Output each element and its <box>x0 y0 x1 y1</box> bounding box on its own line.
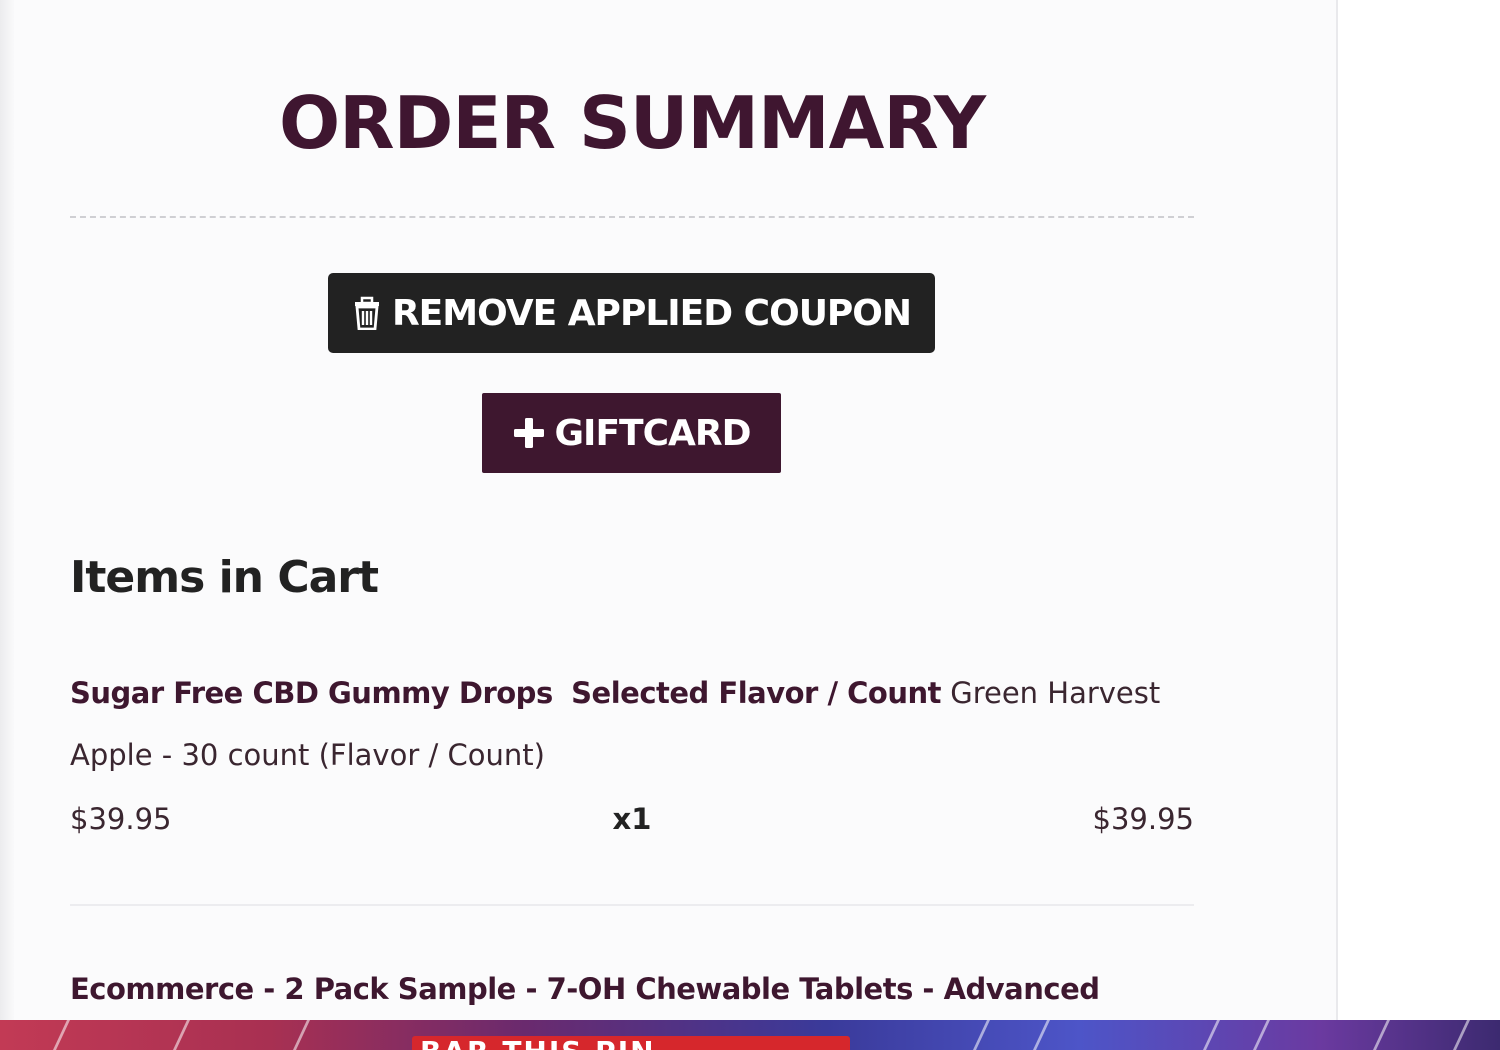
order-summary-title: ORDER SUMMARY <box>278 81 986 165</box>
cart-item-line-total: $39.95 <box>1092 802 1194 836</box>
plus-icon <box>513 417 545 449</box>
summary-divider <box>70 216 1194 218</box>
cart-item-divider <box>70 904 1194 906</box>
promo-banner-badge-text: BAR THIS PIN <box>420 1038 656 1050</box>
cart-item-price-row: $39.95 x1 $39.95 <box>70 796 1194 842</box>
cart-item-description: Sugar Free CBD Gummy Drops Selected Flav… <box>70 662 1194 786</box>
panel-edge-shadow <box>0 0 14 1020</box>
right-gutter <box>1338 0 1500 1020</box>
items-in-cart-heading: Items in Cart <box>70 552 379 603</box>
cart-item-name-2: Ecommerce - 2 Pack Sample - 7-OH Chewabl… <box>70 972 1100 1006</box>
giftcard-label: GIFTCARD <box>554 412 752 454</box>
cart-item-name: Sugar Free CBD Gummy Drops <box>70 676 553 710</box>
remove-coupon-button[interactable]: REMOVE APPLIED COUPON <box>328 273 935 353</box>
add-giftcard-button[interactable]: GIFTCARD <box>482 393 781 473</box>
trash-icon <box>352 296 382 330</box>
remove-coupon-label: REMOVE APPLIED COUPON <box>391 292 912 334</box>
cart-item-option-label: Selected Flavor / Count <box>571 676 941 710</box>
cart-item-quantity: x1 <box>612 802 652 836</box>
checkout-page: ORDER SUMMARY REMOVE APPLIED COUPON GIFT… <box>0 0 1500 1050</box>
